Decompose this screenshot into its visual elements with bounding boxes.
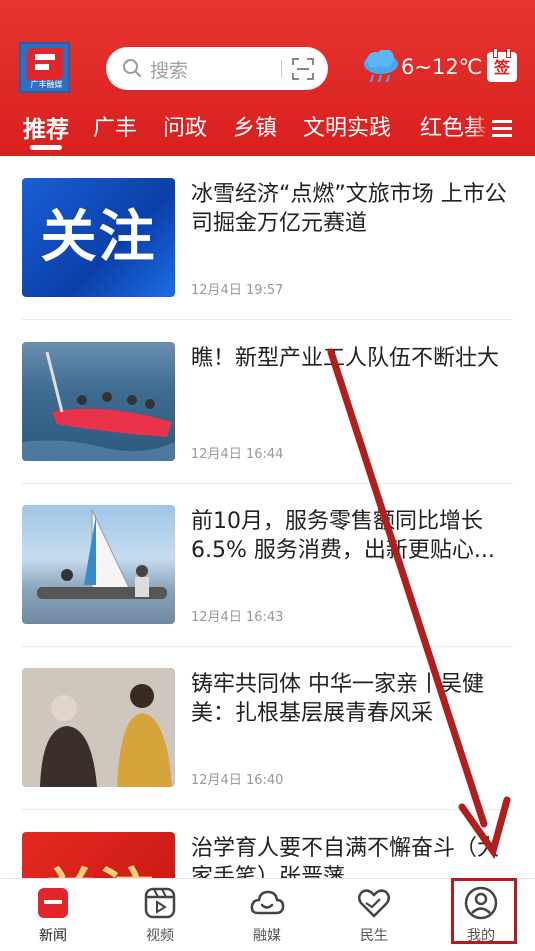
news-feed: 关注 冰雪经济“点燃”文旅市场 上市公司掘金万亿元赛道 12月4日 19:57 … [0, 156, 535, 878]
divider [22, 483, 513, 484]
sign-in-calendar-icon[interactable]: 签 [487, 48, 517, 82]
heart-hands-icon [358, 889, 390, 918]
logo-text: 广丰融媒 [30, 80, 63, 89]
tab-civilization[interactable]: 文明实践 [303, 110, 391, 142]
news-title: 治学育人要不自满不懈奋斗（大家手笔）张晋藩 [191, 836, 500, 878]
news-thumbnail [22, 505, 175, 624]
search-divider [281, 60, 282, 78]
active-tab-indicator [30, 145, 62, 150]
search-icon [123, 59, 141, 77]
tab-recommend[interactable]: 推荐 [23, 110, 69, 144]
annotation-highlight-box [451, 878, 517, 944]
nav-news[interactable]: 新闻 [13, 879, 93, 951]
news-icon [38, 888, 68, 918]
news-time: 12月4日 16:43 [191, 610, 284, 625]
channel-tabs: 推荐 广丰 问政 乡镇 文明实践 红色基 [0, 110, 535, 150]
sailboat-photo [37, 509, 167, 599]
app-header: 广丰融媒 搜索 6~12℃ 签 推荐 广丰 问政 乡镇 文明实践 红色基 [0, 0, 535, 156]
news-thumbnail [22, 668, 175, 787]
news-item[interactable]: 关注 冰雪经济“点燃”文旅市场 上市公司掘金万亿元赛道 12月4日 19:57 [0, 178, 535, 341]
search-placeholder: 搜索 [150, 60, 189, 82]
news-thumbnail: 关注 [22, 832, 175, 878]
news-item[interactable]: 铸牢共同体 中华一家亲丨吴健美：扎根基层展青春风采 12月4日 16:40 [0, 668, 535, 831]
news-title: 前10月，服务零售额同比增长6.5% 服务消费，出新更贴心... [191, 509, 495, 563]
nav-video[interactable]: 视频 [120, 879, 200, 951]
boat-photo [22, 351, 175, 461]
news-thumbnail [22, 342, 175, 461]
video-icon [144, 887, 176, 919]
news-title: 铸牢共同体 中华一家亲丨吴健美：扎根基层展青春风采 [191, 672, 484, 726]
tab-wenzheng[interactable]: 问政 [163, 110, 207, 142]
tab-township[interactable]: 乡镇 [233, 110, 277, 142]
menu-icon[interactable] [490, 118, 514, 140]
tabs-fade [470, 112, 492, 146]
logo-mark [27, 48, 63, 80]
divider [22, 319, 513, 320]
temperature: 6~12℃ [401, 55, 483, 79]
nav-media[interactable]: 融媒 [227, 879, 307, 951]
weather-rain-icon [364, 50, 398, 83]
news-title: 瞧！新型产业工人队伍不断壮大 [191, 346, 500, 371]
news-item[interactable]: 前10月，服务零售额同比增长6.5% 服务消费，出新更贴心... 12月4日 1… [0, 505, 535, 668]
scan-icon[interactable] [292, 58, 314, 80]
news-time: 12月4日 16:40 [191, 773, 284, 788]
nav-label: 视频 [146, 928, 174, 944]
nav-label: 新闻 [39, 928, 67, 944]
news-item[interactable]: 关注 治学育人要不自满不懈奋斗（大家手笔）张晋藩 [0, 832, 535, 878]
news-time: 12月4日 19:57 [191, 283, 284, 298]
cloud-icon [250, 890, 285, 915]
thumbnail-text: 关注 [40, 205, 157, 270]
news-item[interactable]: 瞧！新型产业工人队伍不断壮大 12月4日 16:44 [0, 342, 535, 505]
search-bar[interactable]: 搜索 [106, 47, 328, 90]
nav-livelihood[interactable]: 民生 [334, 879, 414, 951]
tab-guangfeng[interactable]: 广丰 [93, 110, 137, 142]
nav-label: 融媒 [253, 928, 281, 944]
news-thumbnail: 关注 [22, 178, 175, 297]
divider [22, 646, 513, 647]
news-title: 冰雪经济“点燃”文旅市场 上市公司掘金万亿元赛道 [191, 182, 507, 236]
nav-label: 民生 [360, 928, 388, 944]
divider [22, 809, 513, 810]
app-logo[interactable]: 广丰融媒 [19, 42, 70, 93]
people-photo [22, 668, 175, 787]
thumbnail-text: 关注 [22, 850, 175, 878]
news-time: 12月4日 16:44 [191, 447, 284, 462]
